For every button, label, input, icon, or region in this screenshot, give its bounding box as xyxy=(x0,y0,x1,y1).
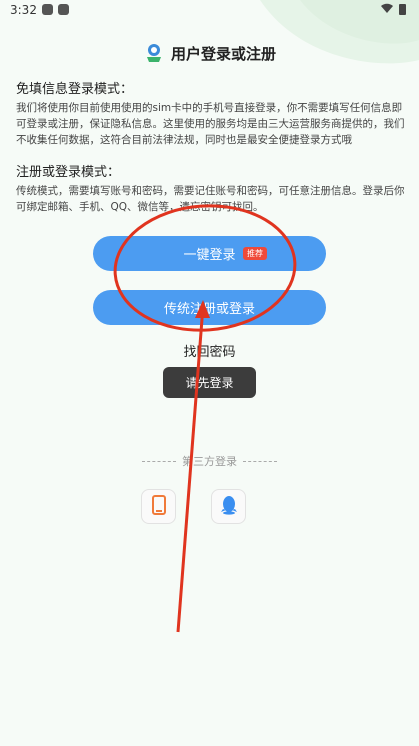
status-bar: 3:32 xyxy=(0,0,419,22)
divider-line xyxy=(142,460,176,462)
free-login-description: 我们将使用你目前使用使用的sim卡中的手机号直接登录，你不需要填写任何信息即可登… xyxy=(16,102,405,146)
wifi-icon xyxy=(381,3,393,17)
notification-icon xyxy=(42,4,53,15)
free-login-title: 免填信息登录模式： xyxy=(16,82,134,97)
notification-icon xyxy=(58,4,69,15)
find-password-link[interactable]: 找回密码 xyxy=(0,341,419,360)
one-click-login-button[interactable]: 一键登录 推荐 xyxy=(93,236,326,271)
app-logo-icon xyxy=(143,42,165,64)
recommend-badge: 推荐 xyxy=(243,247,267,260)
register-login-description: 传统模式，需要填写账号和密码，需要记住账号和密码，可任意注册信息。登录后你可绑定… xyxy=(16,185,405,213)
register-login-title: 注册或登录模式： xyxy=(16,165,121,180)
phone-login-button[interactable] xyxy=(141,489,176,524)
third-party-divider: 第三方登录 xyxy=(0,453,419,469)
header: 用户登录或注册 xyxy=(0,40,419,66)
third-party-label: 第三方登录 xyxy=(182,455,237,468)
qq-icon xyxy=(220,495,238,519)
qq-login-button[interactable] xyxy=(211,489,246,524)
traditional-login-label: 传统注册或登录 xyxy=(163,302,255,317)
traditional-login-button[interactable]: 传统注册或登录 xyxy=(93,290,326,325)
phone-icon xyxy=(151,494,166,519)
divider-line xyxy=(243,460,277,462)
page-title: 用户登录或注册 xyxy=(170,44,276,63)
status-time: 3:32 xyxy=(10,3,37,17)
toast-message: 请先登录 xyxy=(163,367,256,398)
one-click-login-label: 一键登录 xyxy=(183,248,236,263)
battery-icon xyxy=(399,4,406,15)
